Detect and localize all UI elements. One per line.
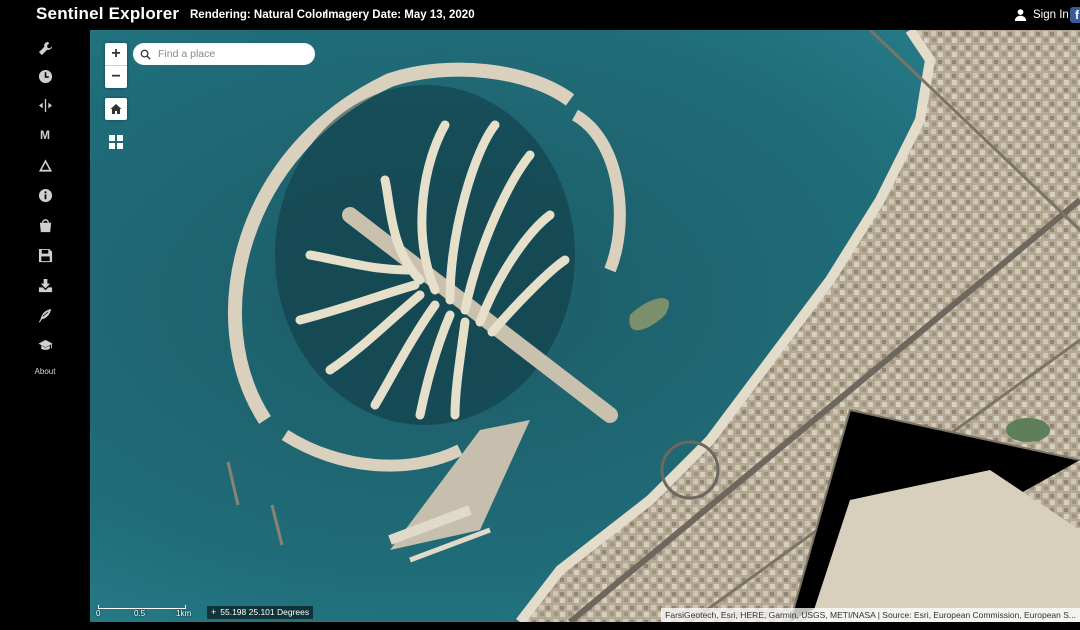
zoom-out-button[interactable]: − <box>105 65 127 88</box>
map-attribution[interactable]: FarsiGeotech, Esri, HERE, Garmin, USGS, … <box>661 608 1080 622</box>
crosshair-icon: + <box>211 607 217 617</box>
scale-bar: 0 0.5 1km <box>96 605 196 621</box>
sign-in-label: Sign In <box>1033 8 1069 21</box>
search-input[interactable] <box>156 47 310 61</box>
triangle-icon[interactable] <box>35 155 55 175</box>
rendering-label[interactable]: Rendering: Natural Color <box>190 9 327 21</box>
info-icon[interactable] <box>35 185 55 205</box>
about-link[interactable]: About <box>35 367 56 376</box>
coordinates-text: 55.198 25.101 Degrees <box>220 607 310 617</box>
m-icon[interactable]: M <box>35 125 55 145</box>
facebook-icon[interactable]: f <box>1070 7 1080 23</box>
search-icon <box>140 49 151 60</box>
search-box[interactable] <box>133 43 315 65</box>
wrench-icon[interactable] <box>35 38 55 58</box>
satellite-map[interactable]: + − 0 0.5 1km + 55.198 25.101 Degrees Fa… <box>90 30 1080 622</box>
sign-in-button[interactable]: Sign In <box>1014 8 1069 21</box>
feather-icon[interactable] <box>35 305 55 325</box>
bookmark-bag-icon[interactable] <box>35 215 55 235</box>
sidebar: M About <box>0 30 90 630</box>
bottom-strip <box>90 622 1080 630</box>
satellite-imagery[interactable] <box>90 30 1080 622</box>
scale-label-mid: 0.5 <box>134 609 146 618</box>
top-bar: Sentinel Explorer Rendering: Natural Col… <box>0 0 1080 30</box>
app-title: Sentinel Explorer <box>36 4 180 23</box>
clock-icon[interactable] <box>35 66 55 86</box>
home-button[interactable] <box>105 98 127 120</box>
imagery-date-label[interactable]: Imagery Date: May 13, 2020 <box>325 9 475 21</box>
scale-label-0: 0 <box>96 609 101 618</box>
coordinates-readout: + 55.198 25.101 Degrees <box>207 606 314 619</box>
zoom-in-button[interactable]: + <box>105 43 127 65</box>
scale-label-end: 1km <box>176 609 192 618</box>
swipe-icon[interactable] <box>35 95 55 115</box>
basemap-gallery-button[interactable] <box>107 133 125 151</box>
user-icon <box>1014 9 1027 21</box>
save-icon[interactable] <box>35 245 55 265</box>
home-icon <box>110 104 122 114</box>
zoom-control: + − <box>105 43 127 88</box>
grid-icon <box>109 135 123 149</box>
graduation-cap-icon[interactable] <box>35 335 55 355</box>
download-icon[interactable] <box>35 275 55 295</box>
